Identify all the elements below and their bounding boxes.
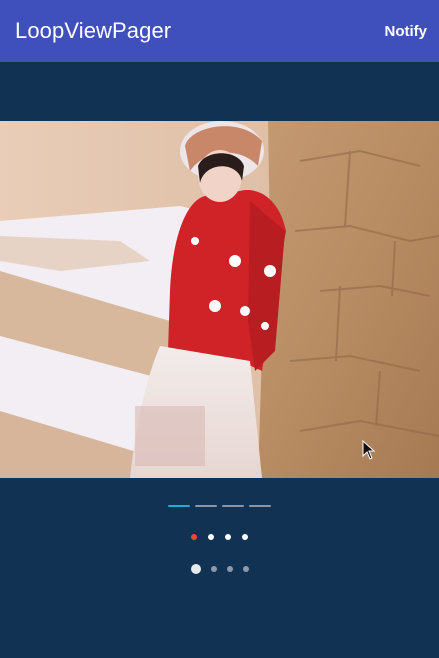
- mouse-cursor-icon: [362, 440, 376, 460]
- app-root: LoopViewPager Notify: [0, 0, 439, 658]
- scale-dot-indicator-item[interactable]: [190, 564, 201, 574]
- line-indicator-item[interactable]: [168, 505, 190, 507]
- notify-button[interactable]: Notify: [385, 23, 428, 40]
- scale-dot-indicator: [0, 563, 439, 575]
- line-indicator-item[interactable]: [222, 505, 244, 507]
- dot-indicator-item[interactable]: [191, 534, 197, 540]
- dot-indicator-item[interactable]: [242, 534, 248, 540]
- loop-view-pager[interactable]: [0, 121, 439, 478]
- dot-indicator: [0, 533, 439, 541]
- toolbar-title: LoopViewPager: [15, 18, 172, 43]
- dot-indicator-item[interactable]: [208, 534, 214, 540]
- app-toolbar: LoopViewPager Notify: [0, 0, 439, 62]
- pager-image: [0, 121, 439, 478]
- scale-dot-indicator-item[interactable]: [226, 566, 233, 572]
- scale-dot-indicator-item[interactable]: [210, 566, 217, 572]
- line-indicator-item[interactable]: [195, 505, 217, 507]
- line-indicator: [0, 503, 439, 509]
- line-indicator-item[interactable]: [249, 505, 271, 507]
- dot-indicator-item[interactable]: [225, 534, 231, 540]
- scale-dot-indicator-item[interactable]: [242, 566, 249, 572]
